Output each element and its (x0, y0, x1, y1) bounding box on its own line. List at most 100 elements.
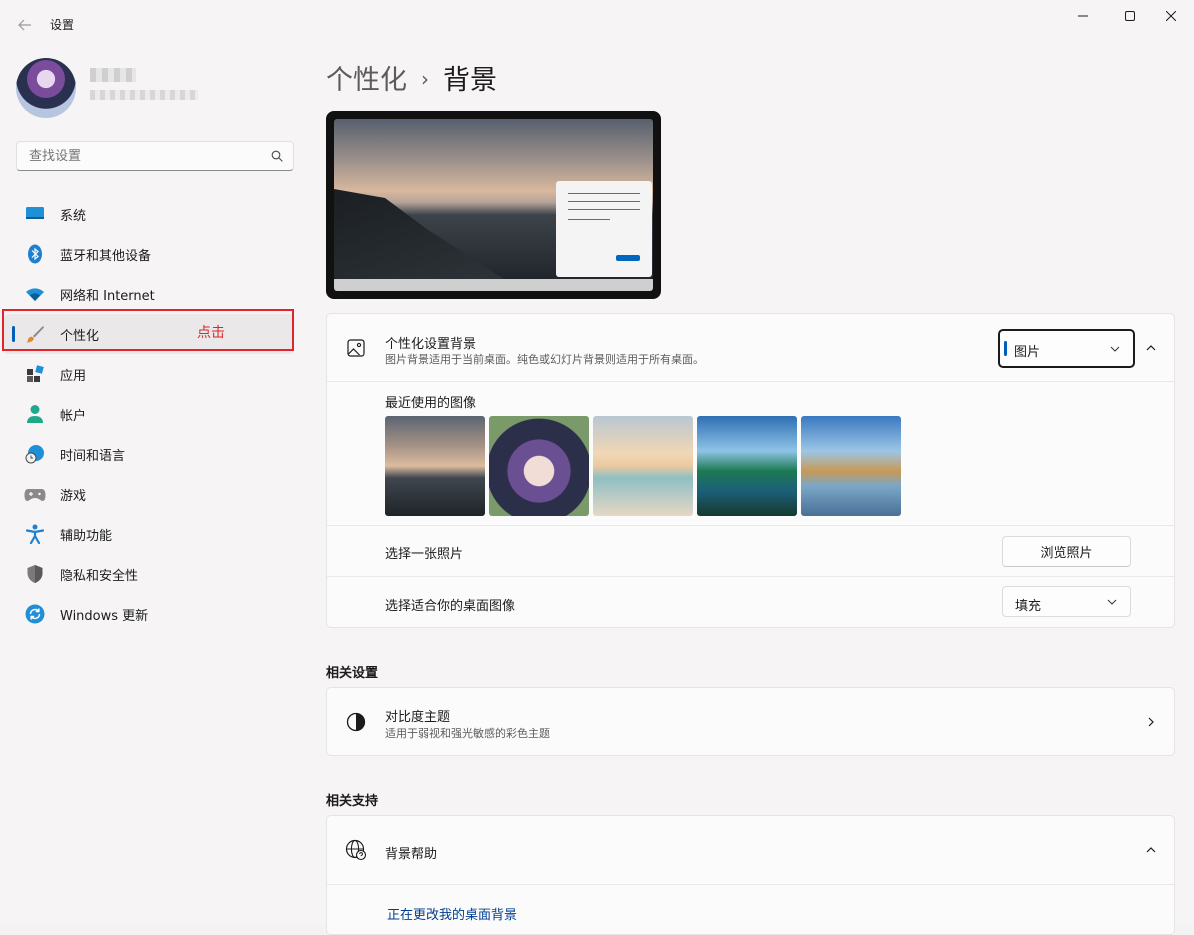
chevron-right-icon (1143, 714, 1159, 730)
chevron-up-icon[interactable] (1143, 340, 1159, 356)
related-support-heading: 相关支持 (326, 794, 379, 809)
contrast-themes-card[interactable]: 对比度主题 适用于弱视和强光敏感的彩色主题 (326, 687, 1175, 756)
breadcrumb: 个性化 › 背景 (326, 58, 497, 97)
sidebar-item-label: 网络和 Internet (60, 288, 155, 304)
person-icon (24, 403, 46, 425)
breadcrumb-separator: › (421, 67, 429, 91)
preview-button (616, 255, 640, 261)
recent-images-label: 最近使用的图像 (385, 396, 477, 411)
search-icon[interactable] (271, 150, 283, 162)
choose-photo-row: 选择一张照片 浏览照片 (327, 526, 1174, 576)
fit-label: 选择适合你的桌面图像 (385, 599, 516, 614)
close-icon (1166, 11, 1176, 21)
minimize-button[interactable] (1060, 0, 1106, 32)
background-settings-card: 个性化设置背景 图片背景适用于当前桌面。纯色或幻灯片背景则适用于所有桌面。 图片… (326, 313, 1175, 628)
sidebar-item-time-language[interactable]: 时间和语言 (4, 434, 294, 474)
app-title: 设置 (50, 18, 75, 32)
background-type-dropdown[interactable]: 图片 (998, 329, 1135, 368)
monitor-icon (24, 203, 46, 225)
contrast-themes-title: 对比度主题 (385, 710, 451, 725)
preview-wallpaper (334, 119, 653, 279)
fit-row: 选择适合你的桌面图像 填充 (327, 577, 1174, 627)
avatar[interactable] (16, 58, 76, 118)
sidebar-item-label: 辅助功能 (60, 528, 113, 544)
user-email-redacted (90, 90, 198, 100)
maximize-button[interactable] (1107, 0, 1153, 32)
bluetooth-icon (24, 243, 46, 265)
title-bar: 设置 (0, 0, 1194, 48)
choose-photo-label: 选择一张照片 (385, 547, 464, 562)
annotation-text: 点击 (197, 325, 225, 341)
sidebar-item-accounts[interactable]: 帐户 (4, 394, 294, 434)
gamepad-icon (24, 483, 46, 505)
recent-image-thumb[interactable] (593, 416, 693, 516)
sidebar-item-label: 应用 (60, 368, 87, 384)
preview-sample-window (556, 181, 652, 277)
desktop-preview (326, 111, 661, 299)
sidebar-item-apps[interactable]: 应用 (4, 354, 294, 394)
chevron-down-icon (1107, 599, 1117, 605)
recent-image-thumb[interactable] (697, 416, 797, 516)
shield-icon (24, 563, 46, 585)
arrow-left-icon (18, 19, 31, 31)
sidebar-item-label: 隐私和安全性 (60, 568, 139, 584)
recent-image-thumb[interactable] (801, 416, 901, 516)
recent-image-thumb[interactable] (489, 416, 589, 516)
globe-clock-icon (24, 443, 46, 465)
close-button[interactable] (1148, 0, 1194, 32)
search-input[interactable] (27, 148, 261, 165)
sidebar-item-privacy[interactable]: 隐私和安全性 (4, 554, 294, 594)
sidebar-item-label: Windows 更新 (60, 608, 149, 624)
help-link-change-background[interactable]: 正在更改我的桌面背景 (387, 904, 517, 923)
preview-line (568, 193, 640, 194)
sidebar: 系统 蓝牙和其他设备 网络和 Internet 个性化 (0, 48, 310, 924)
sidebar-item-label: 时间和语言 (60, 448, 126, 464)
back-button[interactable] (12, 12, 38, 38)
preview-line (568, 201, 640, 202)
recent-images-row: 最近使用的图像 (327, 382, 1174, 525)
chevron-up-icon[interactable] (1143, 842, 1159, 858)
annotation-highlight-box (2, 309, 294, 351)
sidebar-item-label: 游戏 (60, 488, 87, 504)
page-title: 背景 (443, 65, 497, 96)
sidebar-item-windows-update[interactable]: Windows 更新 (4, 594, 294, 634)
background-type-title: 个性化设置背景 (385, 337, 477, 352)
sidebar-item-bluetooth[interactable]: 蓝牙和其他设备 (4, 234, 294, 274)
update-icon (24, 603, 46, 625)
sidebar-item-label: 帐户 (60, 408, 87, 424)
background-type-row[interactable]: 个性化设置背景 图片背景适用于当前桌面。纯色或幻灯片背景则适用于所有桌面。 图片 (327, 314, 1174, 381)
preview-line (568, 219, 610, 220)
dropdown-value: 图片 (1014, 345, 1041, 360)
wifi-icon (24, 283, 46, 305)
nav-list: 系统 蓝牙和其他设备 网络和 Internet 个性化 应用 帐户 时间和语言 … (4, 194, 294, 634)
chevron-down-icon (1110, 346, 1120, 352)
user-name-redacted (90, 68, 136, 82)
fit-dropdown[interactable]: 填充 (1002, 586, 1131, 617)
contrast-themes-subtitle: 适用于弱视和强光敏感的彩色主题 (385, 727, 550, 740)
browse-photos-button[interactable]: 浏览照片 (1002, 536, 1131, 567)
sidebar-item-gaming[interactable]: 游戏 (4, 474, 294, 514)
preview-rocks (334, 189, 504, 279)
sidebar-item-label: 蓝牙和其他设备 (60, 248, 152, 264)
apps-icon (24, 363, 46, 385)
minimize-icon (1078, 15, 1088, 17)
settings-window: 设置 系统 (0, 0, 1194, 935)
divider (327, 884, 1174, 885)
sidebar-item-system[interactable]: 系统 (4, 194, 294, 234)
sidebar-item-network[interactable]: 网络和 Internet (4, 274, 294, 314)
breadcrumb-parent[interactable]: 个性化 (326, 65, 407, 96)
recent-image-thumb[interactable] (385, 416, 485, 516)
related-settings-heading: 相关设置 (326, 666, 379, 681)
globe-help-icon (345, 839, 367, 861)
sidebar-item-accessibility[interactable]: 辅助功能 (4, 514, 294, 554)
contrast-icon (345, 711, 367, 733)
recent-images-list (385, 416, 905, 516)
preview-line (568, 209, 640, 210)
maximize-icon (1125, 11, 1135, 21)
preview-taskbar (334, 279, 653, 291)
sidebar-item-label: 系统 (60, 208, 87, 224)
background-help-row[interactable]: 背景帮助 (327, 816, 1174, 884)
search-box[interactable] (16, 141, 294, 171)
accessibility-icon (24, 523, 46, 545)
background-help-card: 背景帮助 正在更改我的桌面背景 (326, 815, 1175, 935)
